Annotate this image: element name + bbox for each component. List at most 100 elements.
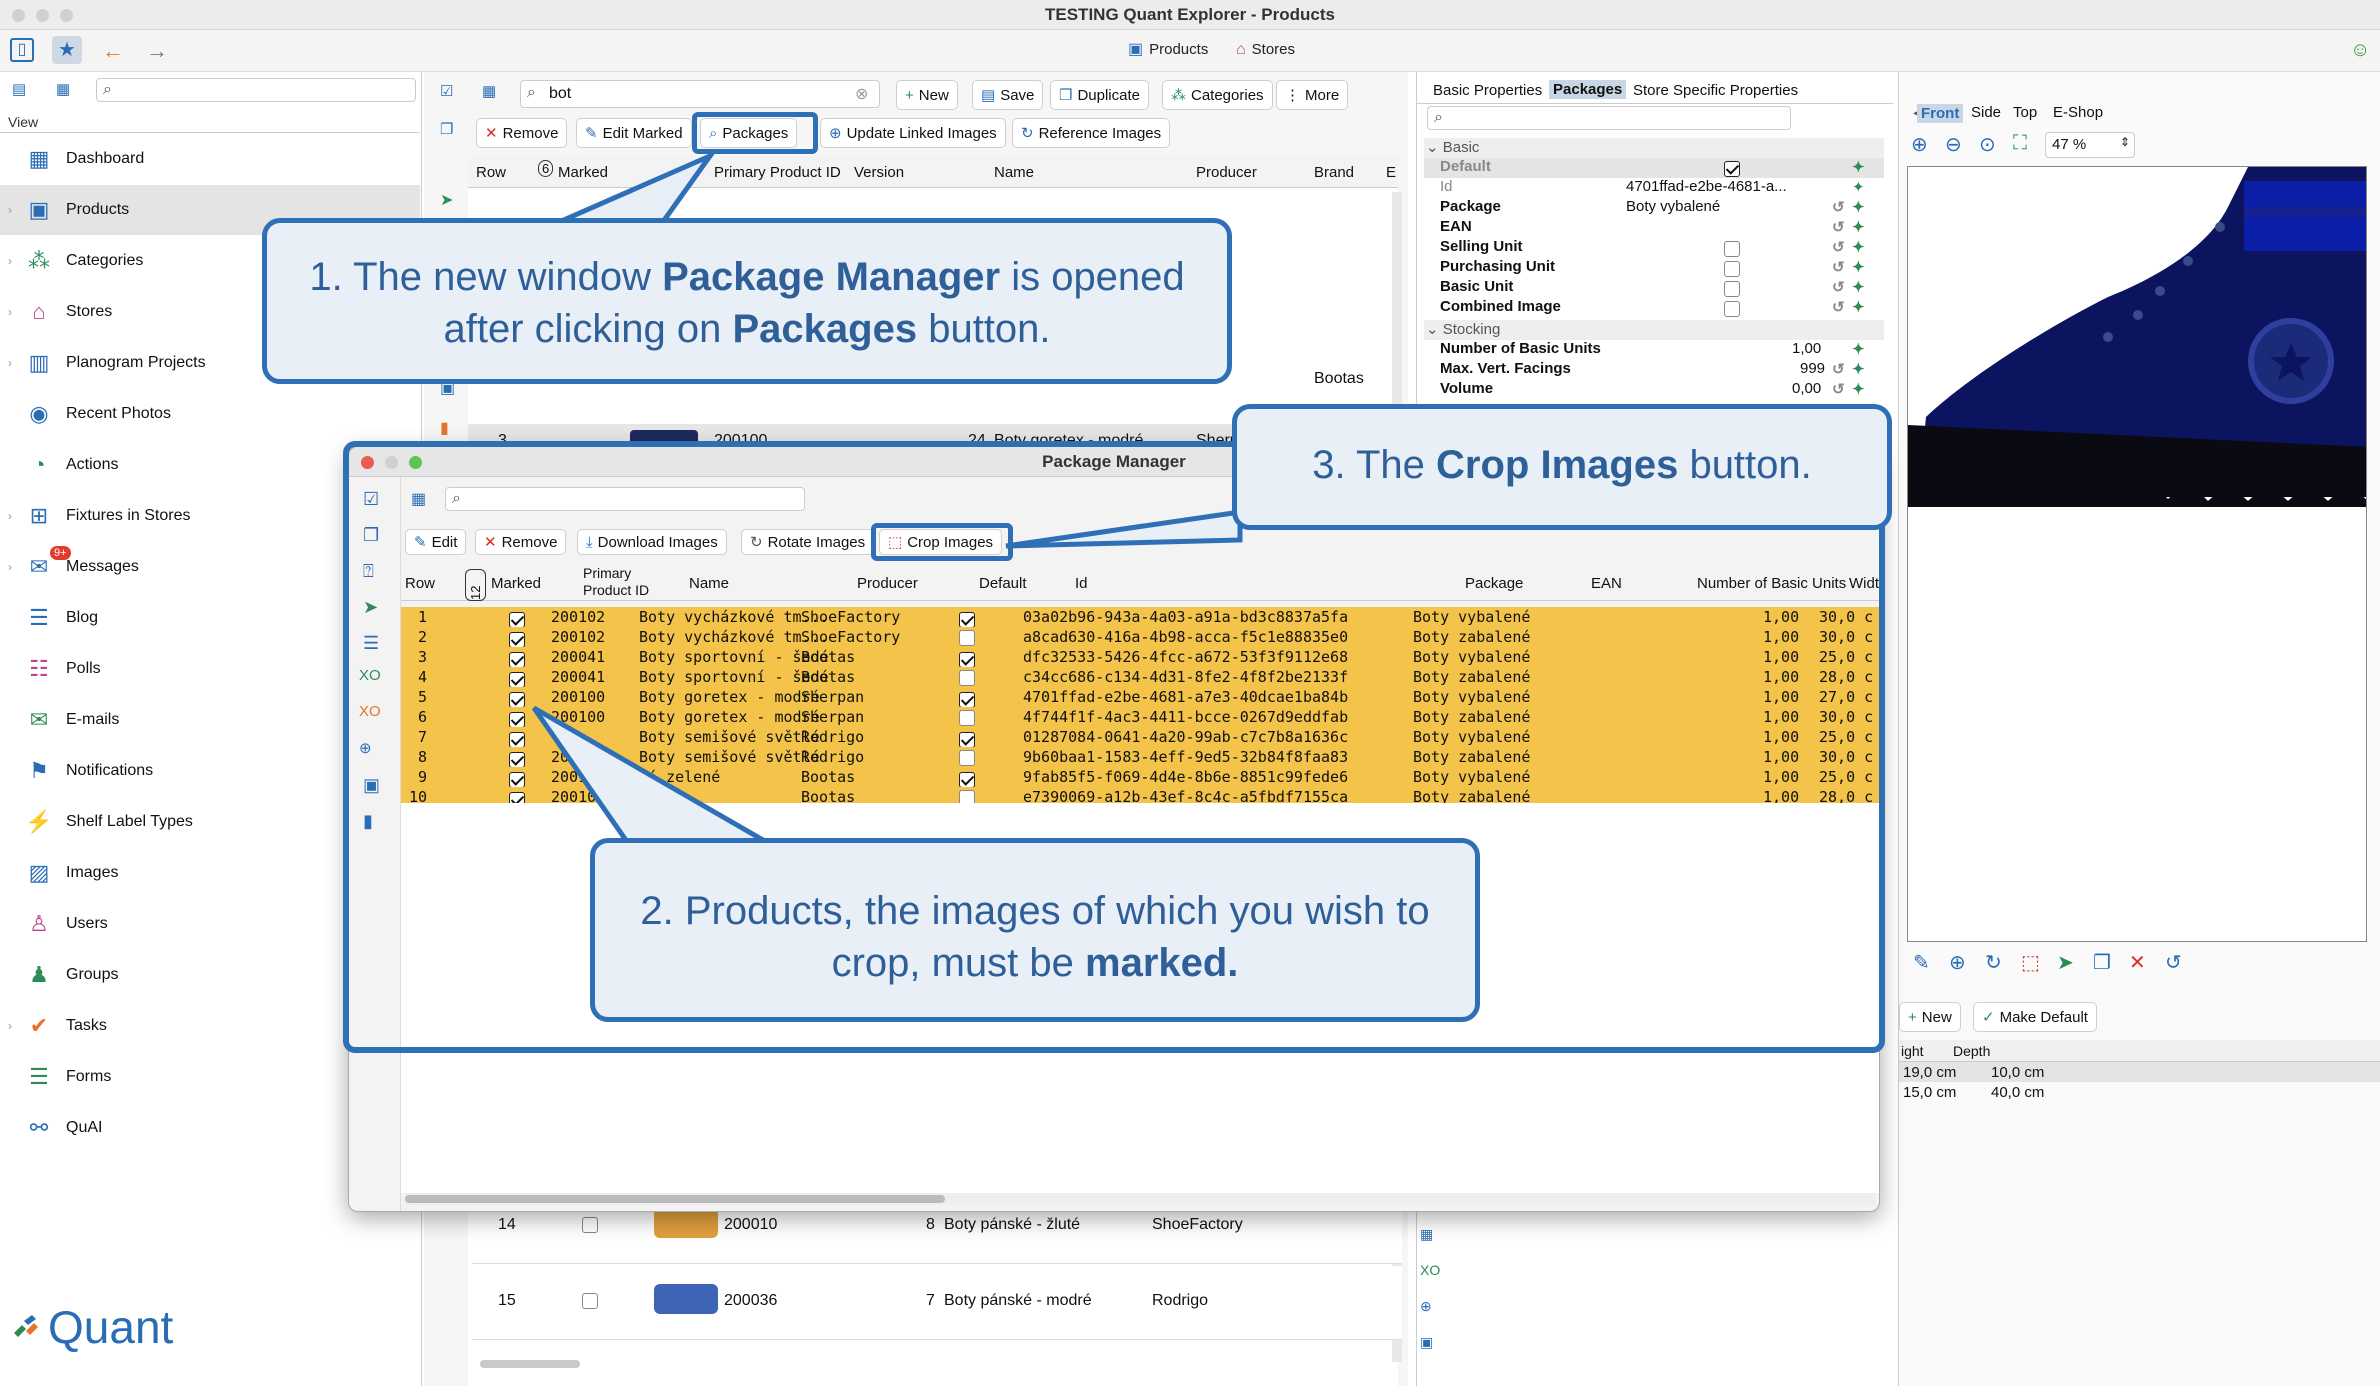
purchasing-unit-checkbox[interactable] bbox=[1724, 260, 1740, 278]
section-basic[interactable]: ⌄ Basic bbox=[1424, 138, 1884, 158]
tab-basic-properties[interactable]: Basic Properties bbox=[1433, 82, 1542, 99]
more-button[interactable]: ⋮ More bbox=[1276, 80, 1349, 110]
export-icon[interactable]: ▣ bbox=[1420, 1324, 1446, 1360]
col-number-basic-units[interactable]: Number of Basic Units bbox=[1697, 575, 1846, 592]
prop-row-combined-image[interactable]: Combined Image ↺ ✦ bbox=[1424, 298, 1884, 318]
save-button[interactable]: ▤ Save bbox=[972, 80, 1044, 110]
copy-icon[interactable]: ❐ bbox=[2093, 950, 2111, 975]
prop-row-ean[interactable]: EAN ↺ ✦ bbox=[1424, 218, 1884, 238]
reset-icon[interactable]: ↺ bbox=[1832, 198, 1845, 216]
reset-icon[interactable]: ↺ bbox=[1832, 278, 1845, 296]
chart-icon[interactable]: ▮ bbox=[440, 418, 449, 438]
col-default[interactable]: Default bbox=[979, 575, 1027, 592]
col-id[interactable]: Id bbox=[1075, 575, 1088, 592]
close-window-button[interactable] bbox=[12, 9, 25, 22]
pin-icon[interactable]: ✦ bbox=[1852, 238, 1865, 256]
table-row[interactable]: 4 200041 Boty sportovní - šedé Bootas c34cc6… bbox=[401, 667, 1879, 688]
tab-stores[interactable]: ⌂ Stores bbox=[1236, 41, 1295, 58]
default-checkbox[interactable] bbox=[1724, 160, 1740, 178]
columns-icon[interactable]: ▦ bbox=[411, 489, 426, 509]
package-h-scrollbar-track[interactable] bbox=[405, 1193, 1875, 1205]
clear-search-icon[interactable]: ⊗ bbox=[855, 84, 868, 104]
pin-icon[interactable]: ✦ bbox=[1852, 198, 1865, 216]
columns-icon[interactable]: ▦ bbox=[482, 82, 496, 100]
prop-row-basic-unit[interactable]: Basic Unit ↺ ✦ bbox=[1424, 278, 1884, 298]
csv-icon[interactable]: ⊕ bbox=[359, 739, 372, 757]
default-checkbox[interactable] bbox=[959, 609, 975, 628]
minimize-dialog-button[interactable] bbox=[385, 456, 398, 469]
close-dialog-button[interactable] bbox=[361, 456, 374, 469]
tree-toggle-icon[interactable]: ▤ bbox=[12, 80, 26, 98]
make-default-button[interactable]: ✓ Make Default bbox=[1973, 1002, 2097, 1032]
marked-checkbox[interactable] bbox=[509, 669, 525, 688]
reference-images-button[interactable]: ↻ Reference Images bbox=[1012, 118, 1171, 148]
product-image-canvas[interactable] bbox=[1907, 166, 2367, 942]
minimize-window-button[interactable] bbox=[36, 9, 49, 22]
products-h-scrollbar[interactable] bbox=[480, 1360, 580, 1368]
table-row[interactable]: 15 200036 7 Boty pánské - modré Rodrigo bbox=[472, 1266, 1402, 1340]
reset-icon[interactable]: ↺ bbox=[1832, 380, 1845, 398]
col-name[interactable]: Name bbox=[689, 575, 729, 592]
table-row[interactable]: 2 200102 Boty vycházkové tm... ShoeFactory a… bbox=[401, 627, 1879, 648]
prop-row-volume[interactable]: Volume 0,00 ↺ ✦ bbox=[1424, 380, 1884, 400]
favorites-star-icon[interactable]: ★ bbox=[52, 36, 82, 64]
col-ean[interactable]: EAN bbox=[1591, 575, 1622, 592]
back-arrow-icon[interactable]: ← bbox=[102, 38, 124, 64]
col-version[interactable]: Version bbox=[854, 164, 904, 181]
pin-icon[interactable]: ✦ bbox=[1852, 158, 1865, 176]
table-row[interactable]: 3 200041 Boty sportovní - šedé Bootas dfc325… bbox=[401, 647, 1879, 668]
edit-icon[interactable]: ✎ bbox=[1913, 950, 1930, 975]
pin-icon[interactable]: ✦ bbox=[1852, 258, 1865, 276]
col-brand[interactable]: Brand bbox=[1314, 164, 1354, 181]
copy-icon[interactable]: ❐ bbox=[363, 525, 379, 546]
select-all-icon[interactable]: ☑ bbox=[363, 489, 379, 510]
reset-icon[interactable]: ↺ bbox=[1832, 360, 1845, 378]
row-checkbox[interactable] bbox=[582, 1216, 598, 1234]
zoom-in-icon[interactable]: ⊕ bbox=[1911, 132, 1928, 157]
marked-checkbox[interactable] bbox=[509, 609, 525, 628]
edit-marked-button[interactable]: ✎ Edit Marked bbox=[576, 118, 692, 148]
tab-front[interactable]: Front bbox=[1917, 104, 1964, 123]
edit-button[interactable]: ✎ Edit bbox=[405, 529, 467, 555]
pin-icon[interactable]: ✦ bbox=[1852, 298, 1865, 316]
download-images-button[interactable]: ⤓ Download Images bbox=[577, 529, 727, 555]
zoom-dialog-button[interactable] bbox=[409, 456, 422, 469]
copy-icon[interactable]: ❐ bbox=[440, 120, 453, 138]
sidebar-item-dashboard[interactable]: ▦ Dashboard bbox=[0, 134, 420, 184]
pin-icon[interactable]: ✦ bbox=[1852, 380, 1865, 398]
row-checkbox[interactable] bbox=[582, 1292, 598, 1310]
pin-icon[interactable]: ✦ bbox=[1852, 340, 1865, 358]
col-width[interactable]: Width bbox=[1849, 575, 1879, 592]
package-h-scrollbar-thumb[interactable] bbox=[405, 1195, 945, 1203]
tab-side[interactable]: Side bbox=[1971, 104, 2001, 121]
prop-row-package[interactable]: Package Boty vybalené ↺ ✦ bbox=[1424, 198, 1884, 218]
sidebar-item-recent-photos[interactable]: ◉ Recent Photos bbox=[0, 389, 420, 439]
chart-icon[interactable]: ▮ bbox=[363, 811, 373, 832]
selling-unit-checkbox[interactable] bbox=[1724, 240, 1740, 258]
tab-store-specific-properties[interactable]: Store Specific Properties bbox=[1633, 82, 1798, 99]
zoom-reset-icon[interactable]: ⛶ bbox=[2013, 132, 2027, 155]
globe-icon[interactable]: ⊕ bbox=[1949, 950, 1966, 975]
default-checkbox[interactable] bbox=[959, 689, 975, 708]
table-row[interactable]: 19,0 cm 10,0 cm bbox=[1899, 1062, 2380, 1082]
col-package[interactable]: Package bbox=[1465, 575, 1523, 592]
zoom-level-input[interactable]: 47 % ⇕ bbox=[2045, 132, 2135, 158]
prop-row-selling-unit[interactable]: Selling Unit ↺ ✦ bbox=[1424, 238, 1884, 258]
duplicate-button[interactable]: ❐ Duplicate bbox=[1050, 80, 1149, 110]
export-icon[interactable]: ▣ bbox=[363, 775, 380, 796]
products-search-input[interactable]: ⌕ bot ⊗ bbox=[520, 80, 880, 108]
reset-icon[interactable]: ↺ bbox=[1832, 218, 1845, 236]
crop-icon[interactable]: ⬚ bbox=[2021, 950, 2040, 975]
marker-icon[interactable]: ➤ bbox=[440, 190, 453, 210]
col-name[interactable]: Name bbox=[994, 164, 1034, 181]
col-depth[interactable]: Depth bbox=[1953, 1043, 1990, 1059]
combined-image-checkbox[interactable] bbox=[1724, 300, 1740, 318]
pin-icon[interactable]: ✦ bbox=[1852, 218, 1865, 236]
xo-export-icon[interactable]: XO bbox=[359, 703, 381, 720]
reset-icon[interactable]: ↺ bbox=[1832, 298, 1845, 316]
prop-row-id[interactable]: Id 4701ffad-e2be-4681-a... ✦ bbox=[1424, 178, 1884, 198]
new-image-button[interactable]: + New bbox=[1899, 1002, 1961, 1032]
forward-arrow-icon[interactable]: → bbox=[146, 38, 168, 64]
section-stocking[interactable]: ⌄ Stocking bbox=[1424, 320, 1884, 340]
remove-package-button[interactable]: ✕ Remove bbox=[475, 529, 567, 555]
